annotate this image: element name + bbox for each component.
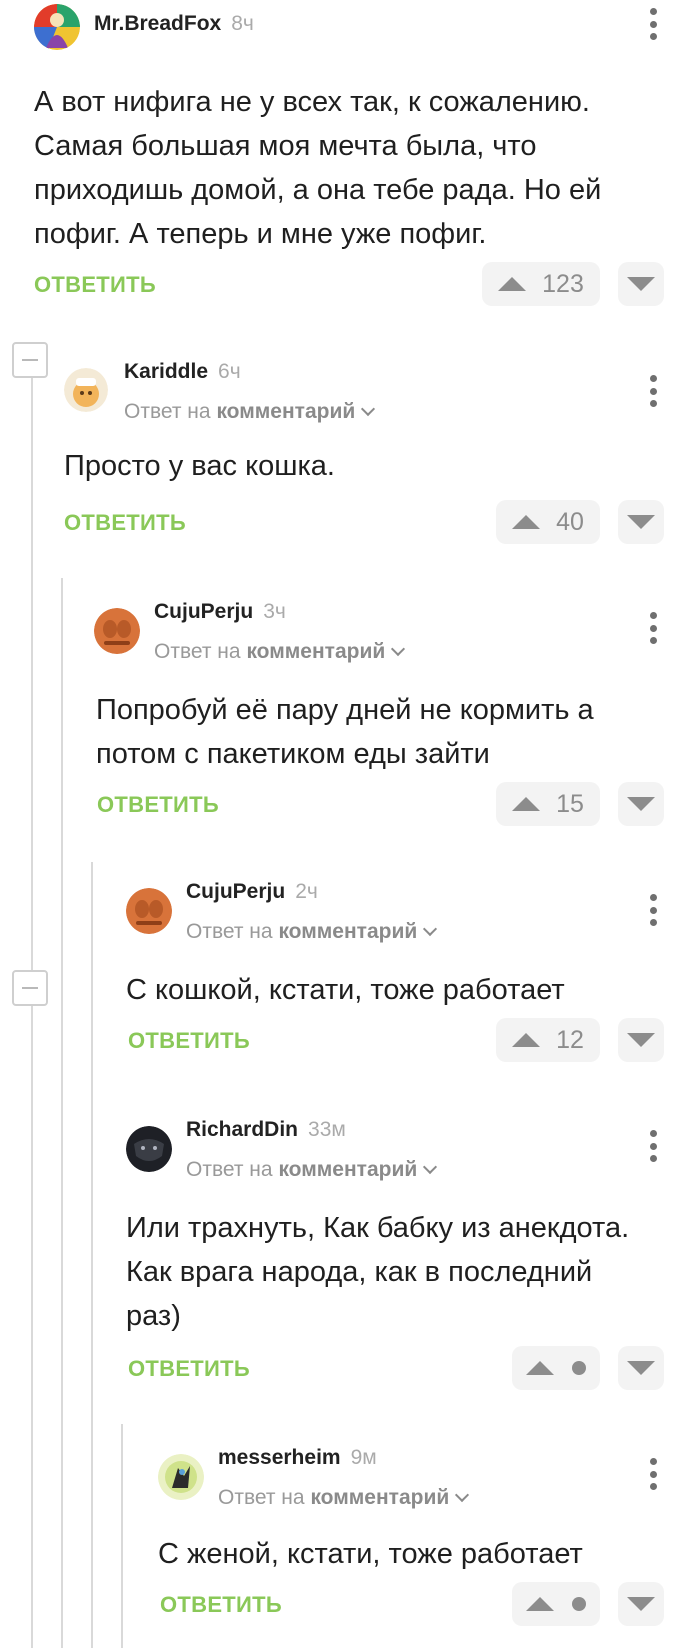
arrow-down-icon: [627, 1033, 655, 1047]
hidden-rating-dot-icon: [572, 1597, 586, 1611]
arrow-up-icon: [498, 277, 527, 291]
thread-line-level-4: [121, 1424, 123, 1648]
reply-button[interactable]: ОТВЕТИТЬ: [97, 792, 219, 818]
username-text[interactable]: Kariddle: [124, 360, 208, 383]
thread-line-level-3: [91, 862, 93, 1648]
reply-to-target[interactable]: комментарий: [216, 400, 355, 423]
avatar[interactable]: [126, 1126, 172, 1172]
avatar[interactable]: [126, 888, 172, 934]
comment-time: 33м: [308, 1118, 346, 1141]
more-options-icon[interactable]: [648, 375, 658, 407]
username[interactable]: messerheim 9м: [218, 1446, 377, 1470]
chevron-down-icon: [391, 641, 406, 657]
rating-count: 123: [542, 269, 584, 298]
comment-time: 2ч: [295, 880, 318, 903]
reply-to-prefix: Ответ на: [154, 640, 241, 663]
comment-text: Или трахнуть, Как бабку из анекдота. Как…: [126, 1212, 630, 1332]
comment-time: 3ч: [263, 600, 286, 623]
username[interactable]: RichardDin 33м: [186, 1118, 346, 1142]
username-text[interactable]: CujuPerju: [186, 880, 285, 903]
reply-button[interactable]: ОТВЕТИТЬ: [64, 510, 186, 536]
avatar[interactable]: [158, 1454, 204, 1500]
chevron-down-icon: [361, 401, 376, 417]
reply-to-prefix: Ответ на: [186, 920, 273, 943]
arrow-up-icon: [512, 797, 541, 811]
reply-to-prefix: Ответ на: [186, 1158, 273, 1181]
downvote-button[interactable]: [618, 1018, 664, 1062]
comment-time: 8ч: [231, 12, 254, 35]
rating-count: 15: [556, 789, 584, 818]
more-options-icon[interactable]: [648, 1458, 658, 1490]
downvote-button[interactable]: [618, 500, 664, 544]
username[interactable]: Mr.BreadFox 8ч: [94, 12, 254, 36]
username-text[interactable]: Mr.BreadFox: [94, 12, 221, 35]
arrow-up-icon: [526, 1361, 554, 1375]
arrow-down-icon: [627, 515, 655, 529]
chevron-down-icon: [455, 1487, 470, 1503]
avatar[interactable]: [94, 608, 140, 654]
arrow-down-icon: [627, 1361, 655, 1375]
comment-text: С женой, кстати, тоже работает: [158, 1538, 583, 1570]
downvote-button[interactable]: [618, 1346, 664, 1390]
upvote-button[interactable]: 40: [496, 500, 600, 544]
downvote-button[interactable]: [618, 782, 664, 826]
avatar[interactable]: [34, 4, 80, 50]
comment-text: Просто у вас кошка.: [64, 450, 335, 482]
downvote-button[interactable]: [618, 262, 664, 306]
more-options-icon[interactable]: [648, 8, 658, 40]
reply-to-target[interactable]: комментарий: [278, 1158, 417, 1181]
avatar[interactable]: [64, 368, 108, 412]
comment-text: С кошкой, кстати, тоже работает: [126, 974, 565, 1006]
upvote-button[interactable]: 15: [496, 782, 600, 826]
downvote-button[interactable]: [618, 1582, 664, 1626]
arrow-down-icon: [627, 277, 655, 291]
minus-icon: [22, 987, 38, 989]
username-text[interactable]: RichardDin: [186, 1118, 298, 1141]
collapse-thread-button[interactable]: [12, 342, 48, 378]
reply-to-link[interactable]: Ответ на комментарий: [186, 920, 438, 944]
reply-button[interactable]: ОТВЕТИТЬ: [160, 1592, 282, 1618]
reply-button[interactable]: ОТВЕТИТЬ: [34, 272, 156, 298]
upvote-button[interactable]: 123: [482, 262, 600, 306]
comment-time: 6ч: [218, 360, 241, 383]
reply-to-prefix: Ответ на: [124, 400, 211, 423]
minus-icon: [22, 359, 38, 361]
reply-to-target[interactable]: комментарий: [310, 1486, 449, 1509]
comment-text: Попробуй её пару дней не кормить а потом…: [96, 694, 594, 770]
thread-line-level-2: [61, 578, 63, 1648]
more-options-icon[interactable]: [648, 612, 658, 644]
chevron-down-icon: [423, 921, 438, 937]
rating-count: 40: [556, 507, 584, 536]
arrow-down-icon: [627, 1597, 655, 1611]
comment-time: 9м: [350, 1446, 377, 1469]
upvote-button[interactable]: [512, 1346, 600, 1390]
reply-button[interactable]: ОТВЕТИТЬ: [128, 1356, 250, 1382]
upvote-button[interactable]: 12: [496, 1018, 600, 1062]
reply-to-link[interactable]: Ответ на комментарий: [154, 640, 406, 664]
username[interactable]: Kariddle 6ч: [124, 360, 241, 384]
reply-to-link[interactable]: Ответ на комментарий: [218, 1486, 470, 1510]
reply-to-link[interactable]: Ответ на комментарий: [124, 400, 376, 424]
reply-to-target[interactable]: комментарий: [246, 640, 385, 663]
arrow-down-icon: [627, 797, 655, 811]
arrow-up-icon: [526, 1597, 554, 1611]
username-text[interactable]: messerheim: [218, 1446, 341, 1469]
chevron-down-icon: [423, 1159, 438, 1175]
reply-to-prefix: Ответ на: [218, 1486, 305, 1509]
reply-to-target[interactable]: комментарий: [278, 920, 417, 943]
reply-button[interactable]: ОТВЕТИТЬ: [128, 1028, 250, 1054]
username[interactable]: CujuPerju 2ч: [186, 880, 318, 904]
rating-count: 12: [556, 1025, 584, 1054]
arrow-up-icon: [512, 1033, 541, 1047]
more-options-icon[interactable]: [648, 1130, 658, 1162]
username[interactable]: CujuPerju 3ч: [154, 600, 286, 624]
hidden-rating-dot-icon: [572, 1361, 586, 1375]
username-text[interactable]: CujuPerju: [154, 600, 253, 623]
upvote-button[interactable]: [512, 1582, 600, 1626]
reply-to-link[interactable]: Ответ на комментарий: [186, 1158, 438, 1182]
arrow-up-icon: [512, 515, 541, 529]
collapse-thread-button[interactable]: [12, 970, 48, 1006]
comment-text: А вот нифига не у всех так, к сожалению.…: [34, 86, 602, 250]
more-options-icon[interactable]: [648, 894, 658, 926]
